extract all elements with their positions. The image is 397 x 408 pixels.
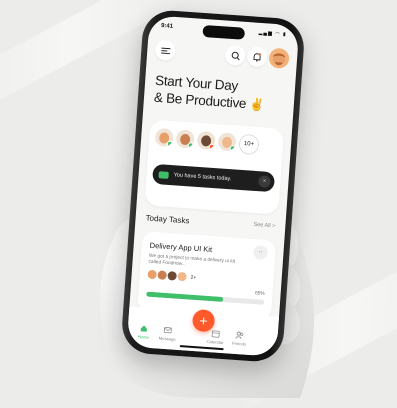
menu-icon (161, 47, 170, 55)
friends-icon (235, 331, 244, 340)
see-all-link[interactable]: See All > (253, 222, 275, 230)
victory-hand-emoji: ✌ (249, 97, 265, 112)
toast-close-button[interactable]: × (258, 175, 271, 188)
tab-home[interactable]: Home (131, 324, 156, 341)
tasks-section-header: Today Tasks See All > (145, 213, 276, 234)
calendar-icon (211, 329, 220, 338)
tab-friends[interactable]: Friends (227, 330, 252, 347)
toast-text: You have 5 tasks today. (173, 172, 231, 182)
team-avatar[interactable] (155, 128, 174, 147)
user-avatar-face (268, 48, 289, 69)
progress-label: 65% (255, 291, 265, 297)
message-icon (164, 326, 173, 335)
team-avatar[interactable] (218, 132, 237, 151)
chat-icon (158, 171, 168, 179)
search-icon (230, 50, 240, 60)
assignee-extra-count: 2+ (190, 274, 196, 280)
assignee-avatar (147, 270, 157, 280)
assignee-avatar (177, 272, 187, 282)
progress-bar (146, 292, 264, 305)
status-time: 9:41 (161, 23, 173, 30)
tab-label: Home (131, 334, 155, 341)
team-avatar[interactable] (197, 131, 216, 150)
user-avatar[interactable] (268, 48, 289, 69)
home-icon (140, 324, 149, 333)
phone-device: 9:41 ▂▄▆ ◠ ▮ (120, 9, 306, 363)
search-button[interactable] (225, 45, 246, 66)
task-title: Delivery App UI Kit (149, 241, 212, 254)
phone-screen: 9:41 ▂▄▆ ◠ ▮ (127, 15, 300, 357)
bell-icon (253, 52, 262, 62)
team-avatars: 10+ (155, 128, 260, 155)
section-title: Today Tasks (145, 213, 189, 225)
task-more-button[interactable]: ·· (253, 245, 268, 260)
tab-label: Friends (227, 340, 251, 347)
task-toast: You have 5 tasks today. × (152, 164, 275, 192)
status-icons: ▂▄▆ ◠ ▮ (258, 30, 286, 38)
team-avatar[interactable] (176, 129, 195, 148)
home-indicator (180, 345, 224, 350)
tab-label: Message (155, 335, 179, 342)
tab-message[interactable]: Message (155, 325, 180, 342)
assignee-avatar (167, 271, 177, 281)
tab-calendar[interactable]: Calendar (203, 329, 228, 346)
progress-fill (146, 292, 223, 302)
dynamic-island (202, 25, 245, 40)
team-card: 10+ You have 5 tasks today. × (144, 119, 284, 214)
notification-button[interactable] (246, 46, 267, 67)
team-more-count[interactable]: 10+ (238, 134, 259, 155)
task-assignees: 2+ (147, 270, 196, 282)
assignee-avatar (157, 270, 167, 280)
top-bar (155, 40, 290, 71)
tab-label: Calendar (203, 339, 227, 346)
headline: Start Your Day & Be Productive ✌ (153, 72, 266, 115)
menu-button[interactable] (155, 40, 176, 61)
task-card[interactable]: Delivery App UI Kit ·· We got a project … (137, 231, 276, 320)
